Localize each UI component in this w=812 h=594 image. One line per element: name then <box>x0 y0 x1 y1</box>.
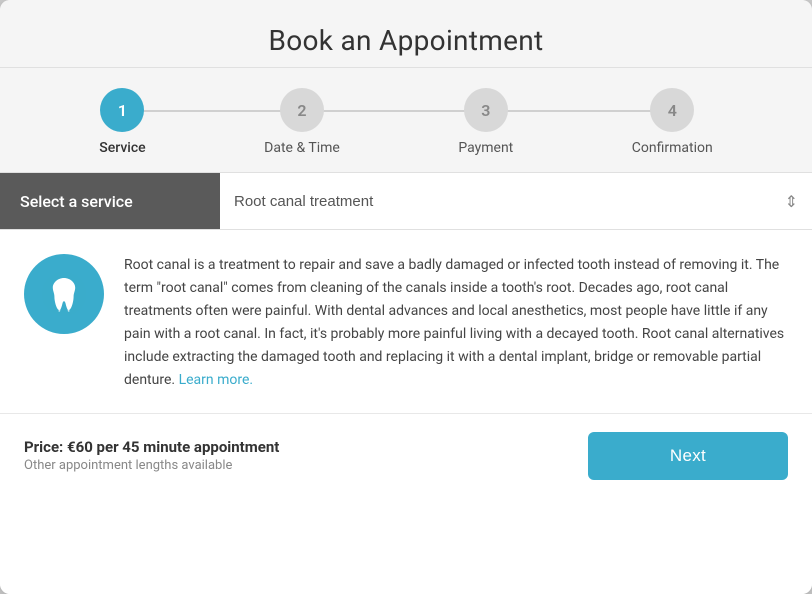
modal-header: Book an Appointment <box>0 0 812 68</box>
service-info: Root canal is a treatment to repair and … <box>0 230 812 414</box>
select-service-label: Select a service <box>0 173 220 229</box>
step-2-number: 2 <box>297 101 306 120</box>
page-title: Book an Appointment <box>20 24 792 57</box>
booking-modal: Book an Appointment 1 Service 2 Date & T… <box>0 0 812 594</box>
step-4-circle: 4 <box>650 88 694 132</box>
description-body: Root canal is a treatment to repair and … <box>124 257 784 388</box>
step-datetime: 2 Date & Time <box>264 88 340 156</box>
steps-line <box>120 110 692 112</box>
step-1-label: Service <box>99 140 145 156</box>
learn-more-link[interactable]: Learn more. <box>179 372 254 388</box>
price-info: Price: €60 per 45 minute appointment Oth… <box>24 438 279 473</box>
steps-bar: 1 Service 2 Date & Time 3 Payment 4 Conf… <box>0 68 812 173</box>
footer-area: Price: €60 per 45 minute appointment Oth… <box>0 414 812 498</box>
price-main: Price: €60 per 45 minute appointment <box>24 438 279 456</box>
step-4-label: Confirmation <box>632 140 713 156</box>
step-3-circle: 3 <box>464 88 508 132</box>
select-row: Select a service Root canal treatment Te… <box>0 173 812 230</box>
step-3-number: 3 <box>481 101 490 120</box>
step-1-number: 1 <box>118 101 127 120</box>
dental-icon <box>40 270 88 318</box>
step-4-number: 4 <box>668 101 677 120</box>
step-3-label: Payment <box>458 140 513 156</box>
step-1-circle: 1 <box>100 88 144 132</box>
service-icon-wrap <box>24 254 104 334</box>
step-payment: 3 Payment <box>458 88 513 156</box>
step-confirmation: 4 Confirmation <box>632 88 713 156</box>
content-area: Select a service Root canal treatment Te… <box>0 173 812 594</box>
select-wrapper: Root canal treatment Teeth cleaning Toot… <box>220 177 812 226</box>
price-sub: Other appointment lengths available <box>24 458 279 473</box>
service-select[interactable]: Root canal treatment Teeth cleaning Toot… <box>234 177 798 226</box>
service-description-text: Root canal is a treatment to repair and … <box>124 254 788 393</box>
step-2-circle: 2 <box>280 88 324 132</box>
step-2-label: Date & Time <box>264 140 340 156</box>
step-service: 1 Service <box>99 88 145 156</box>
next-button[interactable]: Next <box>588 432 788 480</box>
